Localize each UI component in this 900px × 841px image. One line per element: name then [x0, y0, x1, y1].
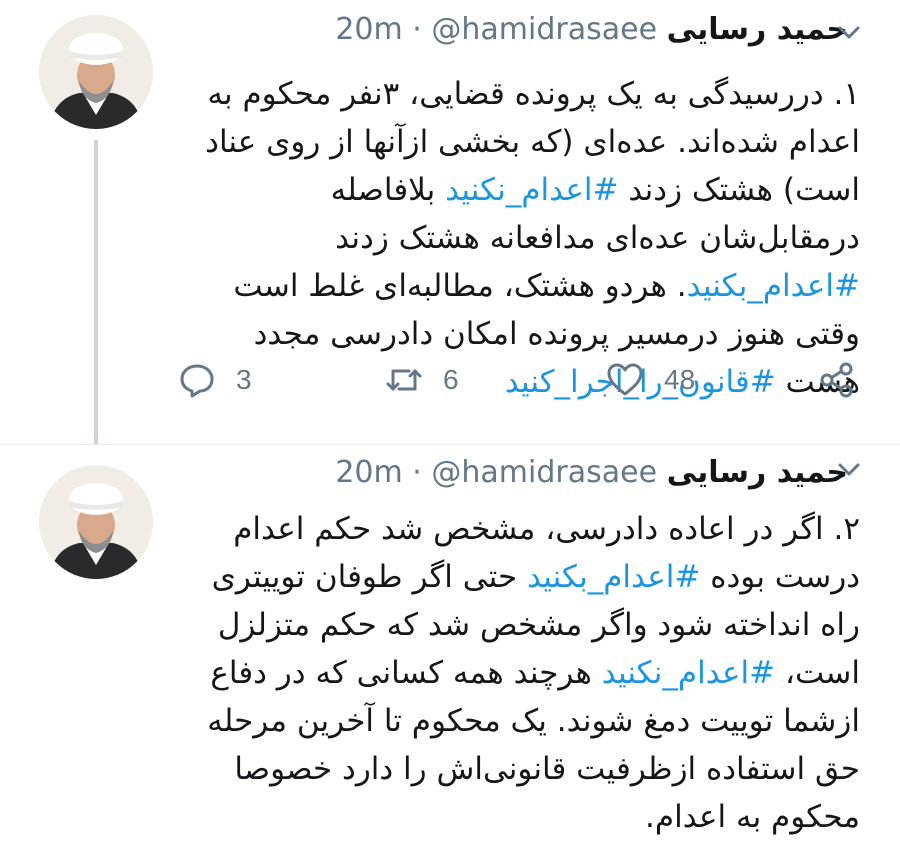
author-name[interactable]: حمید رسایی	[667, 455, 848, 490]
timestamp[interactable]: 20m	[335, 12, 402, 47]
separator: ·	[412, 12, 422, 47]
timestamp[interactable]: 20m	[335, 455, 402, 490]
share-icon	[820, 362, 853, 398]
hashtag-link[interactable]: #اعدام_بکنید	[527, 559, 700, 595]
retweet-count: 6	[443, 364, 459, 395]
hashtag-link[interactable]: #اعدام_بکنید	[687, 268, 860, 304]
avatar[interactable]	[39, 465, 153, 579]
reply-icon	[180, 364, 214, 398]
retweet-icon	[386, 369, 422, 391]
reply-count: 3	[236, 364, 252, 395]
tweet-text: ۲. اگر در اعاده دادرسی، مشخص شد حکم اعدا…	[172, 505, 860, 841]
author-handle[interactable]: @hamidrasaee	[431, 455, 657, 490]
hashtag-link[interactable]: #اعدام_نکنید	[445, 172, 618, 208]
tweet-header: حمید رسایی @hamidrasaee · 20m	[335, 10, 848, 50]
author-name[interactable]: حمید رسایی	[667, 12, 848, 47]
retweet-button[interactable]: 6	[385, 355, 459, 405]
avatar[interactable]	[39, 15, 153, 129]
like-button[interactable]: 48	[606, 355, 695, 405]
author-handle[interactable]: @hamidrasaee	[431, 12, 657, 47]
tweet-2[interactable]: حمید رسایی @hamidrasaee · 20m ۲. اگر در …	[0, 445, 900, 835]
chevron-down-icon[interactable]	[838, 25, 860, 41]
share-button[interactable]	[818, 355, 856, 405]
chevron-down-icon[interactable]	[838, 462, 860, 478]
like-count: 48	[664, 364, 696, 395]
hashtag-link[interactable]: #اعدام_نکنید	[602, 655, 775, 691]
heart-icon	[607, 363, 643, 396]
separator: ·	[412, 455, 422, 490]
tweet-1[interactable]: حمید رسایی @hamidrasaee · 20m ۱. دررسیدگ…	[0, 0, 900, 445]
tweet-header: حمید رسایی @hamidrasaee · 20m	[335, 453, 848, 493]
tweet-actions: 3 6 48	[0, 355, 900, 405]
reply-button[interactable]: 3	[178, 355, 252, 405]
